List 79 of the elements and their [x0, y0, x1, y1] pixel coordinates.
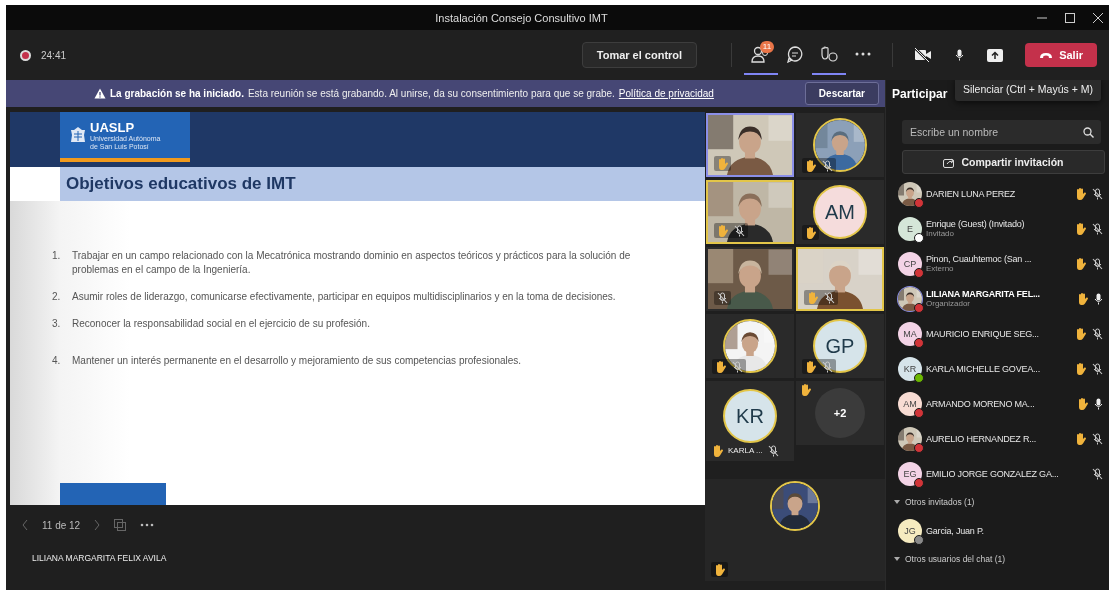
participant-item[interactable]: KR KARLA MICHELLE GOVEA...	[886, 351, 1109, 386]
item-number: 1.	[52, 249, 62, 263]
window-title: Instalación Consejo Consultivo IMT	[434, 11, 609, 24]
share-icon	[943, 156, 956, 168]
more-icon[interactable]	[140, 523, 155, 527]
warning-icon	[94, 88, 106, 99]
participant-name: Enrique (Guest) (Invitado)	[926, 219, 1025, 229]
objective-text: Reconocer la responsabilidad social en el ejercicio de su profesión.	[72, 317, 370, 331]
dismiss-button[interactable]: Descartar	[804, 82, 879, 105]
avatar: GP	[813, 319, 867, 373]
overflow-count[interactable]: +2	[815, 388, 865, 438]
participant-name: DARIEN LUNA PEREZ	[926, 188, 1016, 199]
participant-role: Externo	[926, 264, 955, 273]
participant-name: KARLA ...	[728, 446, 763, 455]
close-icon[interactable]	[1093, 12, 1103, 23]
reaction-icon	[819, 45, 840, 63]
avatar: KR	[898, 356, 922, 381]
objective-text: Asumir roles de liderazgo, comunicarse efectivamente, participar en equipos multidisciplinarios y en la toma de decisiones.	[72, 290, 616, 304]
search-field[interactable]: Escribe un nombre	[902, 120, 1101, 144]
item-number: 2.	[52, 290, 62, 304]
privacy-link[interactable]: Política de privacidad	[618, 88, 714, 99]
participant-item[interactable]: JG Garcia, Juan P.	[886, 513, 1109, 548]
maximize-icon[interactable]	[1065, 12, 1075, 23]
participant-item[interactable]: MA MAURICIO ENRIQUE SEG...	[886, 316, 1109, 351]
objective-text: Mantener un interés permanente en el desarrollo y mejoramiento de sus competencias profesionales.	[72, 354, 522, 368]
more-icon	[855, 51, 872, 57]
tooltip: Silenciar (Ctrl + Mayús + M)	[954, 80, 1101, 101]
camera-off-icon[interactable]	[914, 48, 933, 62]
avatar: KR	[723, 389, 777, 443]
logo-name: UASLP	[90, 119, 136, 135]
leave-button[interactable]: Salir	[1025, 43, 1097, 67]
participant-name: AURELIO HERNANDEZ R...	[926, 433, 1037, 444]
item-number: 4.	[52, 354, 62, 368]
group-header[interactable]: Otros invitados (1)	[886, 491, 1109, 513]
banner-title: La grabación se ha iniciado.	[110, 88, 244, 99]
participant-name: Pinon, Cuauhtemoc (San ...	[926, 254, 1032, 264]
previous-icon[interactable]	[22, 519, 28, 531]
participant-name: LILIANA MARGARITA FEL...	[926, 289, 1040, 299]
participant-role: Organizador	[926, 299, 972, 308]
participant-name: EMILIO JORGE GONZALEZ GA...	[926, 468, 1059, 479]
page-counter: 11 de 12	[42, 519, 81, 531]
objective-text: Trabajar en un campo relacionado con la Mecatrónica mostrando dominio en aspectos teóricos y prácticos para la solución de problemas en el campo de la Ingeniería.	[72, 249, 632, 277]
slides-icon[interactable]	[114, 519, 127, 531]
crest-icon	[70, 126, 86, 144]
take-control-button[interactable]: Tomar el control	[581, 42, 698, 68]
search-icon	[1083, 127, 1094, 138]
elapsed-time: 24:41	[41, 49, 67, 61]
avatar: JG	[898, 518, 922, 543]
microphone-icon[interactable]	[954, 49, 964, 61]
participant-item[interactable]: AURELIO HERNANDEZ R...	[886, 421, 1109, 456]
participant-role: Invitado	[926, 229, 956, 238]
next-icon[interactable]	[94, 519, 101, 531]
participant-item[interactable]: CP Pinon, Cuauhtemoc (San ... Externo	[886, 246, 1109, 281]
banner-message: Esta reunión se está grabando. Al unirse, da su consentimiento para que se grabe.	[247, 88, 615, 99]
participant-item[interactable]: DARIEN LUNA PEREZ	[886, 176, 1109, 211]
avatar: E	[898, 216, 922, 241]
participant-item[interactable]: EG EMILIO JORGE GONZALEZ GA...	[886, 456, 1109, 491]
slide-title: Objetivos educativos de IMT	[66, 174, 296, 194]
participant-name: KARLA MICHELLE GOVEA...	[926, 363, 1040, 374]
presenter-name: LILIANA MARGARITA FELIX AVILA	[32, 553, 168, 563]
participant-item[interactable]: LILIANA MARGARITA FEL... Organizador	[886, 281, 1109, 316]
group-header[interactable]: Otros usuarios del chat (1)	[886, 548, 1109, 570]
participant-name: ARMANDO MORENO MA...	[926, 398, 1035, 409]
phone-icon	[1039, 51, 1054, 59]
avatar: EG	[898, 461, 922, 486]
avatar: CP	[898, 251, 922, 276]
chat-icon	[786, 45, 805, 63]
avatar: AM	[813, 185, 867, 239]
participant-name: MAURICIO ENRIQUE SEG...	[926, 328, 1039, 339]
panel-title: Participar	[892, 86, 948, 101]
item-number: 3.	[52, 317, 62, 331]
count-badge: 11	[759, 41, 775, 53]
share-invite-button[interactable]: Compartir invitación	[902, 150, 1105, 174]
participant-name: Garcia, Juan P.	[926, 525, 984, 536]
participant-item[interactable]: E Enrique (Guest) (Invitado) Invitado	[886, 211, 1109, 246]
avatar: MA	[898, 321, 922, 346]
participant-item[interactable]: AM ARMANDO MORENO MA...	[886, 386, 1109, 421]
avatar: AM	[898, 391, 922, 416]
share-screen-icon[interactable]	[987, 48, 1004, 62]
